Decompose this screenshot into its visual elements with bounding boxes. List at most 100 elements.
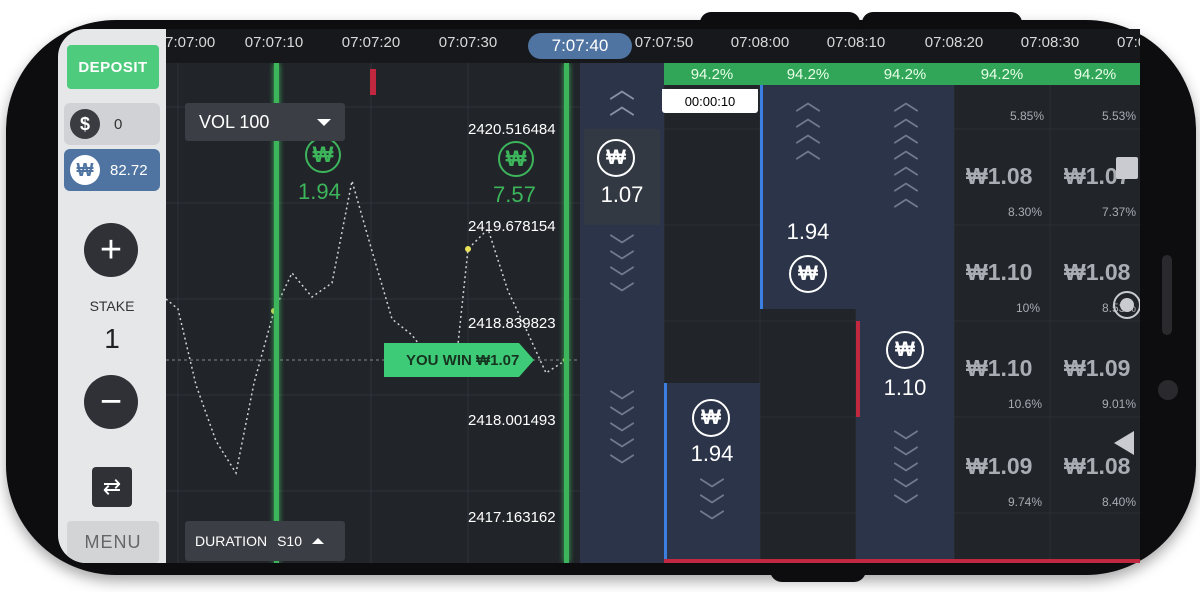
dollar-icon: $ <box>70 109 100 139</box>
bottom-indicator <box>954 559 1050 563</box>
coin-balance-value: 82.72 <box>110 161 148 179</box>
swap-button[interactable]: ⇄ <box>92 467 132 507</box>
bottom-indicator <box>664 559 760 563</box>
chevron-down-icon: ﹀ ﹀ ﹀ ﹀ ﹀ <box>892 428 919 522</box>
price-tick: 2419.678154 <box>468 218 556 235</box>
cell-percent: 7.37% <box>1102 205 1137 219</box>
chevron-up-icon: ︿ ︿ ︿ ︿ <box>794 86 821 164</box>
bottom-indicator <box>760 559 856 563</box>
back-nav-icon[interactable] <box>1114 431 1134 455</box>
time-tick: 07:08:4 <box>1116 34 1140 51</box>
bottom-indicator <box>856 559 954 563</box>
chevron-down-icon <box>317 119 331 126</box>
minus-icon: − <box>99 381 123 423</box>
price-point <box>465 246 471 252</box>
time-tick: 07:08:30 <box>1020 34 1080 51</box>
usd-balance-value: 0 <box>114 115 123 133</box>
time-tick: 07:07:20 <box>341 34 401 51</box>
cell-percent: 8.30% <box>1008 205 1043 219</box>
stake-label: STAKE <box>89 298 135 314</box>
cell-percent: 5.85% <box>1010 109 1045 123</box>
decrease-stake-button[interactable]: − <box>84 375 138 429</box>
cell-percent: 10% <box>1016 301 1041 315</box>
volume-label: VOL 100 <box>199 111 270 132</box>
chevron-down-icon: ﹀ ﹀ ﹀ ﹀ <box>608 232 635 310</box>
cell-value[interactable]: ₩1.10 <box>966 355 1032 382</box>
chevron-up-icon <box>312 538 324 544</box>
bottom-indicator <box>1050 559 1140 563</box>
coin-icon: ₩ <box>789 255 827 293</box>
cell-value[interactable]: ₩1.08 <box>1064 259 1130 286</box>
chevron-down-icon: ﹀ ﹀ ﹀ <box>698 476 725 538</box>
sidebar: DEPOSIT $ 0 ₩ 82.72 + STAKE 1 − ⇄ MENU <box>58 29 166 563</box>
cell-percent: 9.01% <box>1102 397 1137 411</box>
price-tick: 2420.516484 <box>468 121 556 138</box>
cell-value: 1.10 <box>883 375 927 400</box>
payout-header: 94.2% <box>760 63 856 85</box>
usd-balance[interactable]: $ 0 <box>64 103 160 145</box>
price-tick: 2418.001493 <box>468 412 556 429</box>
coin-icon: ₩ <box>70 155 100 185</box>
time-tick: 07:07:50 <box>634 34 694 51</box>
time-axis: 07:07:00 07:07:10 07:07:20 07:07:30 07:0… <box>157 29 1140 63</box>
time-tick: 07:07:10 <box>244 34 304 51</box>
cell-percent: 5.53% <box>1102 109 1137 123</box>
payout-header: 94.2% <box>664 63 760 85</box>
chart-coin-icon: ₩ <box>498 141 534 177</box>
cell-value: 1.94 <box>690 441 734 466</box>
trade-indicator <box>760 85 763 309</box>
chevron-up-icon: ︿ ︿ ︿ ︿ ︿ ︿ ︿ <box>892 86 919 212</box>
cell-value: 1.07 <box>600 182 644 207</box>
square-nav-icon[interactable] <box>1116 157 1138 179</box>
duration-value: S10 <box>277 533 302 549</box>
cell-value[interactable]: ₩1.08 <box>1064 453 1130 480</box>
cell-value[interactable]: ₩1.08 <box>966 163 1032 190</box>
time-tick: 07:08:10 <box>826 34 886 51</box>
phone-bottom-tab <box>770 560 866 582</box>
current-time-badge: 7:07:40 <box>528 33 632 59</box>
chart-marker-value: 7.57 <box>493 182 536 207</box>
time-tick: 07:08:00 <box>730 34 790 51</box>
red-marker <box>370 69 376 95</box>
phone-camera <box>1158 380 1178 400</box>
chart-marker-value: 1.94 <box>298 179 341 204</box>
swap-icon: ⇄ <box>102 474 122 499</box>
volume-select[interactable]: VOL 100 <box>185 103 345 141</box>
price-tick: 2418.839823 <box>468 315 556 332</box>
deposit-button[interactable]: DEPOSIT <box>67 45 159 89</box>
stake-value: 1 <box>104 323 120 354</box>
chevron-up-icon: ︿ ︿ <box>608 74 635 120</box>
chevron-down-icon: ﹀ ﹀ ﹀ ﹀ ﹀ <box>608 388 635 482</box>
duration-select[interactable]: DURATION S10 <box>185 521 345 561</box>
trade-grid: ︿ ︿ ﹀ ﹀ ﹀ ﹀ ﹀ ﹀ ﹀ ﹀ ﹀ ₩ 1.07 94.2% ₩ 1.94 ﹀ ﹀ ﹀ 94… <box>580 63 1140 563</box>
expiry-line <box>564 63 569 563</box>
trade-indicator <box>856 321 860 417</box>
phone-side-button <box>1162 255 1172 335</box>
menu-button[interactable]: MENU <box>67 521 159 563</box>
time-tick: 07:08:20 <box>924 34 984 51</box>
cell-value[interactable]: ₩1.10 <box>966 259 1032 286</box>
home-nav-icon[interactable] <box>1113 291 1140 319</box>
cell-value[interactable]: ₩1.09 <box>1064 355 1130 382</box>
duration-label: DURATION <box>195 533 268 549</box>
coin-icon: ₩ <box>692 399 730 437</box>
cell-value: 1.94 <box>786 219 830 244</box>
cell-percent: 10.6% <box>1008 397 1043 411</box>
countdown-timer: 00:00:10 <box>662 89 758 113</box>
win-banner: YOU WIN ₩1.07 <box>384 343 534 377</box>
coin-icon: ₩ <box>886 331 924 369</box>
increase-stake-button[interactable]: + <box>84 223 138 277</box>
time-tick: 07:07:30 <box>438 34 498 51</box>
price-tick: 2417.163162 <box>468 509 556 526</box>
plus-icon: + <box>99 229 123 271</box>
app-screen: ₩ 1.94 ₩ 7.57 2420.516484 2419.678154 24… <box>58 29 1140 563</box>
cell-value[interactable]: ₩1.09 <box>966 453 1032 480</box>
payout-header: 94.2% <box>1050 63 1140 85</box>
payout-header: 94.2% <box>856 63 954 85</box>
coin-balance[interactable]: ₩ 82.72 <box>64 149 160 191</box>
cell-percent: 8.40% <box>1102 495 1137 509</box>
cell-percent: 9.74% <box>1008 495 1043 509</box>
payout-header: 94.2% <box>954 63 1050 85</box>
coin-icon: ₩ <box>597 139 635 177</box>
trade-indicator <box>664 383 667 563</box>
